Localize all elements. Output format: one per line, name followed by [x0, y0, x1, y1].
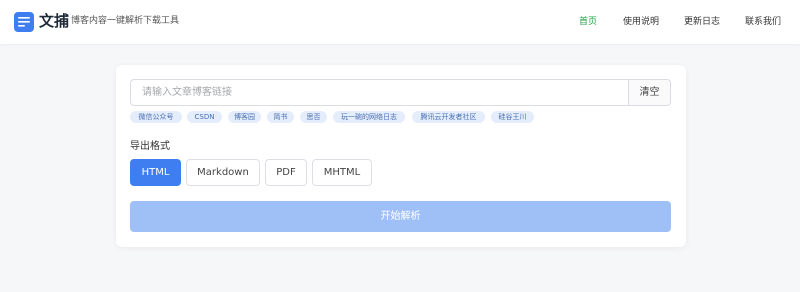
brand-tagline: 博客内容一键解析下载工具 [71, 16, 180, 26]
url-input-group: 清空 [130, 79, 671, 106]
parser-card: 清空 微信公众号 CSDN 博客园 简书 思否 玩一碗的网络日志 腾讯云开发者社… [116, 65, 686, 247]
format-html-button[interactable]: HTML [130, 159, 181, 186]
format-markdown-button[interactable]: Markdown [186, 159, 260, 186]
nav-changelog[interactable]: 更新日志 [684, 16, 720, 28]
source-tag-csdn[interactable]: CSDN [187, 111, 222, 123]
nav-usage-guide[interactable]: 使用说明 [623, 16, 659, 28]
nav-home[interactable]: 首页 [579, 16, 597, 28]
source-tag-tencent-cloud[interactable]: 腾讯云开发者社区 [412, 111, 485, 123]
source-tag-segmentfault[interactable]: 思否 [300, 111, 327, 123]
source-tag-wechat[interactable]: 微信公众号 [130, 111, 182, 123]
source-tag-jianshu[interactable]: 简书 [267, 111, 294, 123]
start-parse-button[interactable]: 开始解析 [130, 201, 671, 232]
format-mhtml-button[interactable]: MHTML [312, 159, 372, 186]
brand-name[interactable]: 文捕 [39, 11, 69, 31]
nav-contact[interactable]: 联系我们 [745, 16, 781, 28]
source-tag-ruanyifeng[interactable]: 玩一碗的网络日志 [333, 111, 405, 123]
source-tag-guigu-wangchuan[interactable]: 硅谷王川 [491, 111, 534, 123]
export-format-label: 导出格式 [130, 141, 170, 152]
format-pdf-button[interactable]: PDF [265, 159, 307, 186]
url-input[interactable] [131, 80, 629, 105]
clear-button[interactable]: 清空 [628, 80, 670, 105]
logo-icon[interactable] [14, 12, 34, 32]
source-tag-cnblogs[interactable]: 博客园 [228, 111, 261, 123]
top-header: 文捕 博客内容一键解析下载工具 首页 使用说明 更新日志 联系我们 [0, 0, 800, 44]
